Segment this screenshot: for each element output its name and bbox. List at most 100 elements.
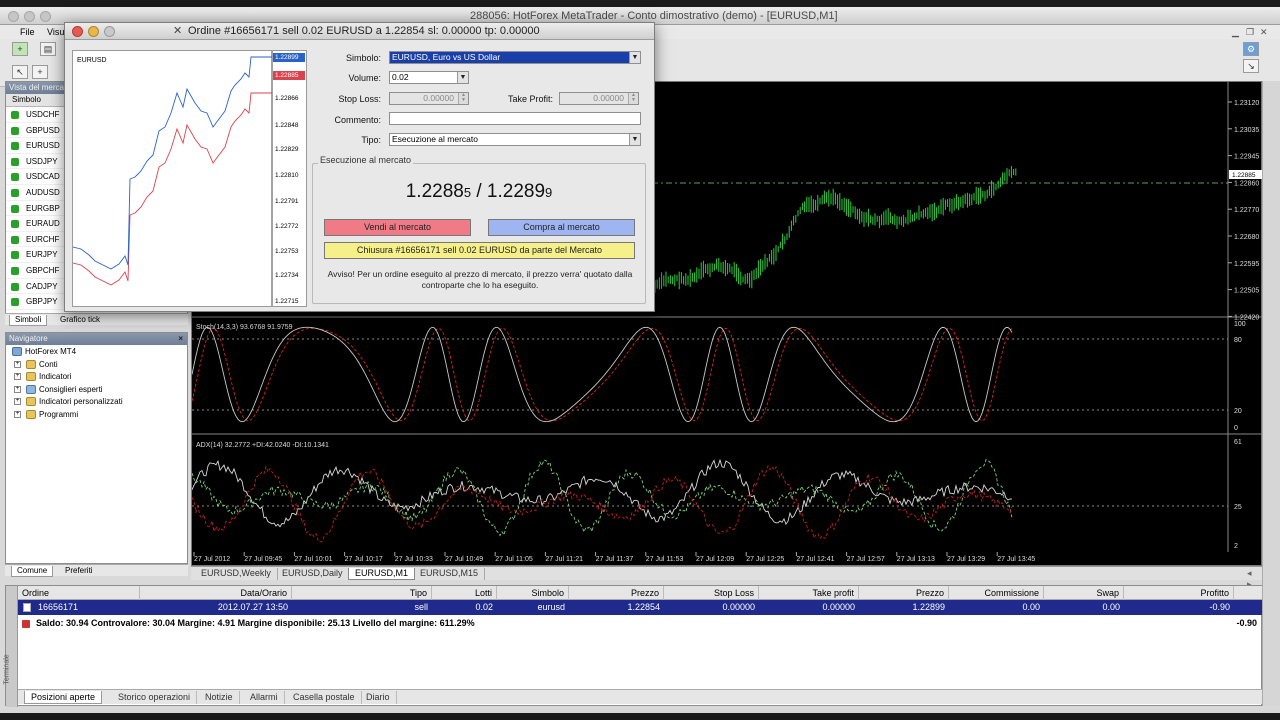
stoch-label: Stoch(14,3,3) 93.6768 91.9759	[196, 324, 293, 331]
tree-root[interactable]: HotForex MT4	[12, 347, 76, 356]
close-icon[interactable]: ×	[178, 333, 183, 345]
stoch-scale-label: 100	[1234, 321, 1246, 328]
time-tick-label: 27 Jul 10:33	[395, 556, 433, 563]
column-header[interactable]: Prezzo	[859, 586, 949, 600]
column-header[interactable]: Data/Orario	[140, 586, 292, 600]
stepper-icon[interactable]: ▲ ▼	[458, 93, 468, 104]
order-dialog: ✕ Ordine #16656171 sell 0.02 EURUSD a 1.…	[64, 22, 655, 312]
column-header[interactable]: Swap	[1044, 586, 1124, 600]
zoom-window-button[interactable]	[40, 11, 51, 22]
bid-line	[72, 92, 272, 286]
tab-eurusd-daily[interactable]: EURUSD,Daily	[276, 568, 350, 580]
chart-shift-icon[interactable]: ↘	[1243, 59, 1259, 73]
adx-minus-di-line	[191, 465, 1013, 543]
take-profit-field[interactable]: 0.00000 ▲ ▼	[559, 92, 639, 105]
volume-select[interactable]: 0.02 ▼	[389, 71, 469, 84]
column-header[interactable]: Commissione	[949, 586, 1044, 600]
expand-icon[interactable]: +	[14, 373, 21, 380]
price-tick-label: 1.22680	[1234, 234, 1259, 241]
expand-icon[interactable]: +	[14, 361, 21, 368]
price-separator: /	[471, 181, 487, 202]
sell-at-market-button[interactable]: Vendi al mercato	[324, 219, 471, 236]
balance-icon	[22, 620, 30, 628]
time-tick-label: 27 Jul 11:37	[596, 556, 634, 563]
market-warning: Avviso! Per un ordine eseguito al prezzo…	[327, 269, 633, 290]
indicators-icon	[26, 372, 36, 381]
column-header[interactable]: Profitto	[1124, 586, 1234, 600]
tab-symbols[interactable]: Simboli	[9, 315, 48, 326]
column-header[interactable]: Prezzo	[569, 586, 664, 600]
tabs-scroll-icon[interactable]: ◂ ▸	[1241, 568, 1262, 589]
crosshair-icon[interactable]: +	[32, 65, 48, 79]
stoch-scale-label: 80	[1234, 337, 1242, 344]
stop-loss-label: Stop Loss:	[338, 94, 381, 104]
chevron-down-icon[interactable]: ▼	[629, 134, 640, 145]
column-header[interactable]: Take profit	[759, 586, 859, 600]
terminal-side-label: Terminale	[4, 586, 18, 707]
cursor-icon[interactable]: ↖	[12, 65, 28, 79]
tab-eurusd-weekly[interactable]: EURUSD,Weekly	[195, 568, 278, 580]
tree-label: Programmi	[39, 410, 79, 419]
new-order-icon[interactable]: +	[12, 42, 28, 56]
terminal-tab[interactable]: Notizie	[199, 691, 240, 704]
symbol-name: EURGBP	[26, 203, 60, 213]
tab-common[interactable]: Comune	[11, 566, 54, 577]
time-tick-label: 27 Jul 12:41	[796, 556, 834, 563]
close-window-button[interactable]	[8, 11, 19, 22]
tree-item-experts[interactable]: + Consiglieri esperti	[14, 385, 103, 394]
tab-favorites[interactable]: Preferiti	[60, 566, 98, 575]
minimize-window-button[interactable]	[24, 11, 35, 22]
market-watch-title-text: Vista del merca	[9, 83, 64, 92]
tree-label: Indicatori personalizzati	[39, 397, 123, 406]
menu-view[interactable]: Visu	[47, 27, 64, 37]
terminal-tab[interactable]: Diario	[360, 691, 397, 704]
table-cell: 0.00000	[822, 602, 855, 612]
symbol-select[interactable]: EURUSD, Euro vs US Dollar ▼	[389, 51, 641, 64]
stepper-icon[interactable]: ▲ ▼	[628, 93, 638, 104]
time-tick-label: 27 Jul 11:21	[545, 556, 583, 563]
tree-item-accounts[interactable]: + Conti	[14, 360, 58, 369]
terminal-tab[interactable]: Casella postale	[287, 691, 362, 704]
tab-eurusd-m1[interactable]: EURUSD,M1	[348, 568, 416, 580]
tree-item-indicators[interactable]: + Indicatori	[14, 372, 71, 381]
column-header[interactable]: Simbolo	[497, 586, 569, 600]
time-tick-label: 27 Jul 12:57	[847, 556, 885, 563]
terminal-tab[interactable]: Allarmi	[244, 691, 285, 704]
expand-icon[interactable]: +	[14, 398, 21, 405]
print-icon[interactable]: ▤	[40, 42, 56, 56]
tree-item-custom-indicators[interactable]: + Indicatori personalizzati	[14, 397, 123, 406]
mdi-close-icon[interactable]: ✕	[1260, 27, 1268, 38]
comment-input[interactable]	[389, 112, 641, 125]
expand-icon[interactable]: +	[14, 411, 21, 418]
dialog-close-button[interactable]	[72, 26, 83, 37]
settings-icon[interactable]: ⚙	[1243, 42, 1259, 56]
expand-icon[interactable]: +	[14, 386, 21, 393]
buy-at-market-button[interactable]: Compra al mercato	[488, 219, 635, 236]
menu-file[interactable]: File	[20, 27, 35, 37]
tab-eurusd-m15[interactable]: EURUSD,M15	[414, 568, 486, 580]
column-header[interactable]: Lotti	[432, 586, 497, 600]
tab-tick-chart[interactable]: Grafico tick	[55, 315, 105, 324]
tree-item-scripts[interactable]: + Programmi	[14, 410, 79, 419]
symbol-name: CADJPY	[26, 281, 58, 291]
column-header[interactable]: Tipo	[292, 586, 432, 600]
stop-loss-field[interactable]: 0.00000 ▲ ▼	[389, 92, 469, 105]
mdi-restore-icon[interactable]: ❐	[1246, 27, 1254, 38]
type-select[interactable]: Esecuzione al mercato ▼	[389, 133, 641, 146]
close-order-button[interactable]: Chiusura #16656171 sell 0.02 EURUSD da p…	[324, 242, 635, 259]
volume-label: Volume:	[348, 73, 381, 83]
dialog-zoom-button[interactable]	[104, 26, 115, 37]
table-row[interactable]: 16656171 2012.07.27 13:50 sell 0.02 eurusd 1.…	[18, 600, 1263, 615]
chevron-down-icon[interactable]: ▼	[629, 52, 640, 63]
right-scrollbar[interactable]	[1262, 81, 1280, 706]
terminal-panel: Terminale Ordine Data/Orario Tipo Lotti Simb…	[4, 585, 1263, 707]
table-cell: sell	[414, 602, 428, 612]
column-header[interactable]: Stop Loss	[664, 586, 759, 600]
mdi-minimize-icon[interactable]: ▁	[1232, 27, 1239, 38]
chevron-down-icon[interactable]: ▼	[457, 72, 468, 83]
scripts-icon	[26, 410, 36, 419]
terminal-tab[interactable]: Posizioni aperte	[24, 691, 103, 704]
terminal-tab[interactable]: Storico operazioni	[112, 691, 198, 704]
column-header[interactable]: Ordine	[18, 586, 140, 600]
dialog-minimize-button[interactable]	[88, 26, 99, 37]
